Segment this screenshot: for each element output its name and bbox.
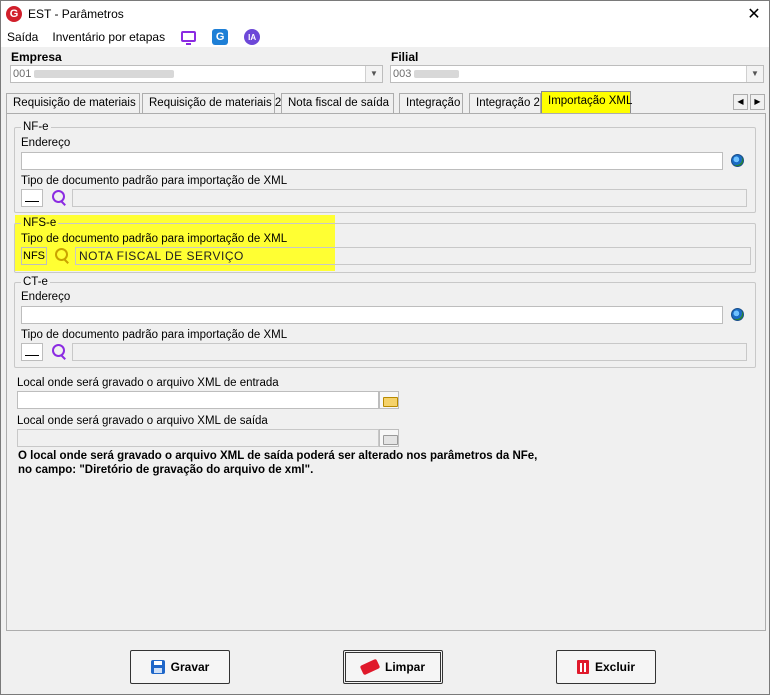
menu-bar: Saída Inventário por etapas G IA bbox=[1, 27, 769, 47]
menu-inventario-por-etapas[interactable]: Inventário por etapas bbox=[45, 30, 172, 44]
nfe-legend: NF-e bbox=[23, 121, 49, 133]
empresa-value: 001 bbox=[13, 68, 32, 80]
folder-open-icon[interactable] bbox=[379, 391, 399, 409]
cte-tipo-code-input[interactable] bbox=[21, 343, 43, 361]
filial-value: 003 bbox=[393, 68, 412, 80]
app-logo-icon: G bbox=[6, 6, 22, 22]
xml-saida-note: O local onde será gravado o arquivo XML … bbox=[18, 450, 538, 476]
xml-entrada-input[interactable] bbox=[17, 391, 379, 409]
cte-endereco-input[interactable] bbox=[21, 306, 723, 324]
cte-tipo-description bbox=[72, 343, 747, 361]
nfse-tipo-label: Tipo de documento padrão para importação… bbox=[21, 233, 288, 245]
title-bar: G EST - Parâmetros ✕ bbox=[1, 1, 769, 27]
globe-icon[interactable] bbox=[731, 154, 744, 167]
tab-integracao[interactable]: Integração bbox=[399, 93, 463, 113]
limpar-button[interactable]: Limpar bbox=[343, 650, 443, 684]
window: G EST - Parâmetros ✕ Saída Inventário po… bbox=[0, 0, 770, 695]
cte-tipo-label: Tipo de documento padrão para importação… bbox=[21, 329, 288, 341]
nfe-tipo-code-input[interactable] bbox=[21, 189, 43, 207]
search-icon[interactable] bbox=[50, 343, 68, 361]
xml-saida-label: Local onde será gravado o arquivo XML de… bbox=[17, 415, 268, 427]
tab-scroll-right-icon[interactable]: ▶ bbox=[750, 94, 765, 110]
eraser-icon bbox=[359, 658, 381, 676]
close-button[interactable]: ✕ bbox=[739, 1, 769, 27]
chevron-down-icon[interactable]: ▼ bbox=[365, 66, 382, 82]
trash-icon bbox=[576, 660, 589, 674]
search-icon[interactable] bbox=[50, 189, 68, 207]
chevron-down-icon[interactable]: ▼ bbox=[746, 66, 763, 82]
xml-entrada-label: Local onde será gravado o arquivo XML de… bbox=[17, 377, 279, 389]
folder-open-icon bbox=[379, 429, 399, 447]
g-app-icon[interactable]: G bbox=[212, 29, 229, 45]
globe-icon[interactable] bbox=[731, 308, 744, 321]
ia-assistant-icon[interactable]: IA bbox=[244, 29, 261, 45]
cte-legend: CT-e bbox=[23, 276, 48, 288]
nfe-tipo-label: Tipo de documento padrão para importação… bbox=[21, 175, 288, 187]
filial-label: Filial bbox=[391, 50, 419, 64]
gravar-button[interactable]: Gravar bbox=[130, 650, 230, 684]
filial-combo[interactable]: 003 ▼ bbox=[390, 65, 764, 83]
tab-integracao-2[interactable]: Integração 2 bbox=[469, 93, 541, 113]
nfe-tipo-description bbox=[72, 189, 747, 207]
xml-saida-input bbox=[17, 429, 379, 447]
monitor-icon[interactable] bbox=[180, 29, 196, 45]
save-icon bbox=[150, 660, 165, 674]
window-title: EST - Parâmetros bbox=[28, 7, 124, 21]
nfe-endereco-label: Endereço bbox=[21, 137, 71, 149]
tab-strip: Requisição de materiais Requisição de ma… bbox=[6, 91, 766, 113]
nfse-tipo-code-input[interactable]: NFS bbox=[21, 247, 47, 265]
empresa-label: Empresa bbox=[11, 50, 62, 64]
excluir-button[interactable]: Excluir bbox=[556, 650, 656, 684]
tab-requisicao-materiais[interactable]: Requisição de materiais bbox=[6, 93, 140, 113]
tab-requisicao-materiais-2[interactable]: Requisição de materiais 2 bbox=[142, 93, 281, 113]
tab-importacao-xml[interactable]: Importação XML bbox=[541, 91, 632, 113]
nfse-tipo-description: NOTA FISCAL DE SERVIÇO bbox=[75, 247, 751, 265]
cte-endereco-label: Endereço bbox=[21, 291, 71, 303]
nfe-endereco-input[interactable] bbox=[21, 152, 723, 170]
nfse-legend: NFS-e bbox=[23, 217, 57, 229]
empresa-combo[interactable]: 001 ▼ bbox=[10, 65, 383, 83]
menu-saida[interactable]: Saída bbox=[1, 30, 45, 44]
search-icon[interactable] bbox=[53, 247, 71, 265]
tab-scroll-left-icon[interactable]: ◀ bbox=[733, 94, 748, 110]
tab-nota-fiscal-saida[interactable]: Nota fiscal de saída bbox=[281, 93, 394, 113]
